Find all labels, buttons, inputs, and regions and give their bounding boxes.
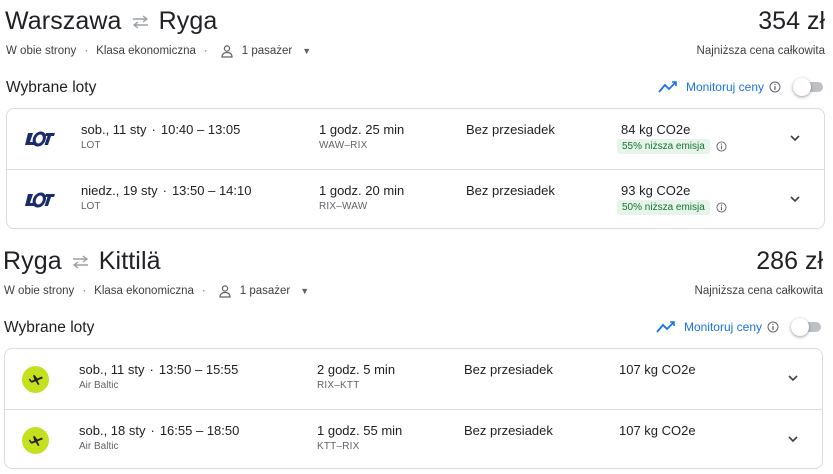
flight-times: niedz., 19 sty · 13:50 – 14:10 <box>81 183 252 198</box>
airbaltic-logo <box>22 427 49 454</box>
trip-meta: W obie strony · Klasa ekonomiczna · 1 pa… <box>4 284 309 298</box>
chevron-down-icon[interactable] <box>788 131 802 145</box>
info-circle-icon[interactable] <box>716 141 727 152</box>
route-price: 286 zł <box>756 247 823 275</box>
chevron-down-icon[interactable] <box>786 371 800 385</box>
flights-card: sob., 11 sty · 10:40 – 13:05 LOT 1 godz. 2… <box>6 108 825 229</box>
airbaltic-logo <box>22 366 49 393</box>
flight-row[interactable]: sob., 11 sty · 10:40 – 13:05 LOT 1 godz. 2… <box>7 109 824 169</box>
trending-line-icon <box>656 320 676 334</box>
flight-row[interactable]: sob., 11 sty · 13:50 – 15:55 Air Baltic 2 … <box>5 349 822 409</box>
monitor-prices-control[interactable]: Monitoruj ceny <box>656 318 821 336</box>
emission-badge-wrap: 55% niższa emisja <box>617 139 727 154</box>
info-circle-icon[interactable] <box>769 81 781 93</box>
flight-duration: 1 godz. 20 min <box>319 183 405 198</box>
flight-times: sob., 18 sty · 16:55 – 18:50 <box>79 423 240 438</box>
flight-time-range: 16:55 – 18:50 <box>159 423 240 438</box>
flight-airports: RIX–KTT <box>317 380 360 391</box>
separator-dot: · <box>203 45 208 57</box>
toggle-knob <box>791 318 809 336</box>
cabin-class: Klasa ekonomiczna <box>94 285 194 297</box>
toggle-knob <box>793 78 811 96</box>
trending-line-icon <box>658 80 678 94</box>
trip-meta: W obie strony · Klasa ekonomiczna · 1 pa… <box>6 44 311 58</box>
chevron-down-icon[interactable] <box>788 192 802 206</box>
origin-city: Ryga <box>3 247 62 275</box>
flights-card: sob., 11 sty · 13:50 – 15:55 Air Baltic 2 … <box>4 348 823 469</box>
passenger-count[interactable]: 1 pasażer <box>240 285 291 297</box>
flight-emissions: 93 kg CO2e <box>621 183 691 198</box>
flight-date: sob., 11 sty <box>81 122 147 137</box>
flight-stops: Bez przesiadek <box>464 362 553 377</box>
caret-down-icon[interactable]: ▼ <box>300 286 309 296</box>
carrier-name: LOT <box>81 201 101 212</box>
flight-date: sob., 18 sty <box>79 423 146 438</box>
monitor-prices-toggle[interactable] <box>791 318 821 336</box>
flight-time-range: 13:50 – 15:55 <box>158 362 239 377</box>
separator-dot: · <box>201 285 206 297</box>
flight-emissions: 107 kg CO2e <box>619 362 696 377</box>
lot-logo <box>25 129 55 149</box>
flight-stops: Bez przesiadek <box>464 423 553 438</box>
flight-emissions: 84 kg CO2e <box>621 122 691 137</box>
trip-type: W obie strony <box>4 285 75 297</box>
caret-down-icon[interactable]: ▼ <box>302 46 311 56</box>
selected-flights-heading: Wybrane loty <box>4 319 95 336</box>
cabin-class: Klasa ekonomiczna <box>96 45 196 57</box>
person-icon <box>218 284 232 298</box>
passenger-count[interactable]: 1 pasażer <box>242 45 293 57</box>
flight-stops: Bez przesiadek <box>466 122 555 137</box>
monitor-prices-label[interactable]: Monitoruj ceny <box>686 80 764 94</box>
flight-emissions: 107 kg CO2e <box>619 423 696 438</box>
origin-city: Warszawa <box>5 7 122 35</box>
arrows-swap-icon <box>132 14 149 29</box>
separator-dot: · <box>82 285 87 297</box>
flight-airports: KTT–RIX <box>317 441 360 452</box>
flight-duration: 2 godz. 5 min <box>317 362 396 377</box>
route-title: Warszawa Ryga <box>5 7 217 36</box>
destination-city: Ryga <box>158 7 218 35</box>
emission-badge: 55% niższa emisja <box>617 139 710 154</box>
price-caption: Najniższa cena całkowita <box>694 285 823 297</box>
flight-date: niedz., 19 sty <box>81 183 158 198</box>
monitor-prices-label[interactable]: Monitoruj ceny <box>684 320 762 334</box>
route-title: Ryga Kittilä <box>3 247 161 276</box>
lot-logo <box>25 190 55 210</box>
separator-dot: · <box>84 45 89 57</box>
flight-date: sob., 11 sty <box>79 362 145 377</box>
carrier-name: Air Baltic <box>79 441 119 452</box>
emission-badge-wrap: 50% niższa emisja <box>617 200 727 215</box>
flight-times: sob., 11 sty · 13:50 – 15:55 <box>79 362 239 377</box>
flight-row[interactable]: sob., 18 sty · 16:55 – 18:50 Air Baltic 1 … <box>5 409 822 469</box>
carrier-name: Air Baltic <box>79 380 119 391</box>
monitor-prices-control[interactable]: Monitoruj ceny <box>658 78 823 96</box>
person-icon <box>220 44 234 58</box>
arrows-swap-icon <box>72 254 89 269</box>
carrier-name: LOT <box>81 140 101 151</box>
flight-duration: 1 godz. 25 min <box>319 122 405 137</box>
flight-duration: 1 godz. 55 min <box>317 423 403 438</box>
chevron-down-icon[interactable] <box>786 432 800 446</box>
selected-flights-heading: Wybrane loty <box>6 79 97 96</box>
info-circle-icon[interactable] <box>716 202 727 213</box>
monitor-prices-toggle[interactable] <box>793 78 823 96</box>
info-circle-icon[interactable] <box>767 321 779 333</box>
flight-airports: WAW–RIX <box>319 140 368 151</box>
emission-badge: 50% niższa emisja <box>617 200 710 215</box>
flight-times: sob., 11 sty · 10:40 – 13:05 <box>81 122 241 137</box>
price-caption: Najniższa cena całkowita <box>696 45 825 57</box>
flight-row[interactable]: niedz., 19 sty · 13:50 – 14:10 LOT 1 godz.… <box>7 169 824 229</box>
trip-type: W obie strony <box>6 45 77 57</box>
route-price: 354 zł <box>758 7 825 35</box>
flight-time-range: 10:40 – 13:05 <box>160 122 241 137</box>
flight-stops: Bez przesiadek <box>466 183 555 198</box>
flight-airports: RIX–WAW <box>319 201 368 212</box>
destination-city: Kittilä <box>98 247 161 275</box>
flight-time-range: 13:50 – 14:10 <box>171 183 252 198</box>
